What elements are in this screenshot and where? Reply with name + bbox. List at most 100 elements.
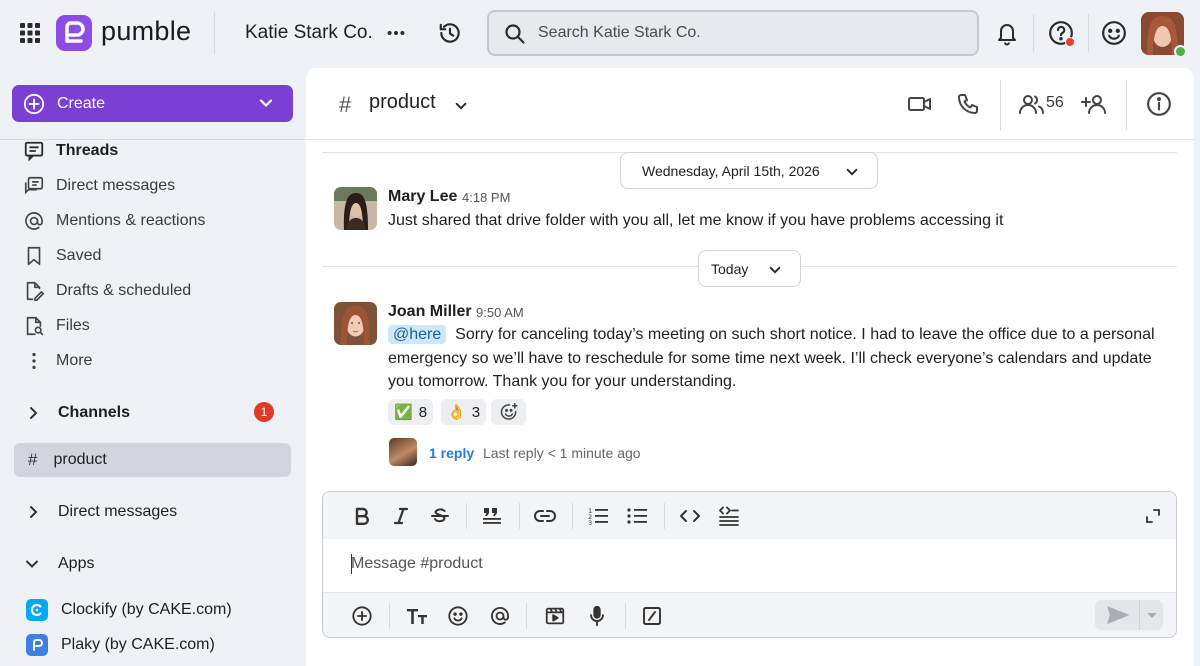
status-emoji-icon[interactable] <box>1100 19 1128 47</box>
bookmark-icon <box>22 244 46 268</box>
message-composer: 123 <box>322 491 1177 638</box>
reaction-ok-hand[interactable]: 👌 3 <box>441 399 487 425</box>
toolbar-divider <box>466 503 467 529</box>
message-body: Just shared that drive folder with you a… <box>388 212 1004 229</box>
add-member-icon[interactable] <box>1081 90 1109 118</box>
topbar-divider <box>214 12 215 54</box>
create-button[interactable]: Create <box>12 85 293 122</box>
chevron-right-icon <box>26 406 40 420</box>
bullet-list-icon[interactable] <box>624 503 650 529</box>
formatting-toolbar: 123 <box>323 492 1176 539</box>
code-icon[interactable] <box>677 503 703 529</box>
send-button[interactable] <box>1095 600 1163 630</box>
message-avatar[interactable] <box>334 187 377 230</box>
info-icon[interactable] <box>1145 90 1173 118</box>
threads-icon <box>22 139 46 163</box>
apps-section-toggle[interactable]: Apps <box>24 550 284 578</box>
header-divider <box>1126 80 1127 130</box>
reply-avatar[interactable] <box>389 438 417 466</box>
slash-command-icon[interactable] <box>639 603 665 629</box>
message-time: 4:18 PM <box>462 190 511 205</box>
history-icon[interactable] <box>436 19 464 47</box>
text-format-icon[interactable] <box>404 603 430 629</box>
sidebar-item-direct-messages[interactable]: Direct messages <box>22 172 292 200</box>
chevron-down-icon <box>768 263 782 277</box>
toolbar-divider <box>389 603 390 629</box>
sidebar-item-files[interactable]: Files <box>22 312 292 340</box>
video-clip-icon[interactable] <box>542 603 568 629</box>
search-icon <box>503 22 527 46</box>
sidebar-channel-product[interactable]: # product <box>14 443 291 477</box>
message-avatar[interactable] <box>334 302 377 345</box>
channel-title[interactable]: product <box>369 91 436 114</box>
send-icon <box>1107 605 1129 625</box>
channels-section-toggle[interactable]: Channels <box>26 399 286 427</box>
sidebar-item-saved[interactable]: Saved <box>22 242 292 270</box>
add-attachment-icon[interactable] <box>349 603 375 629</box>
reaction-check[interactable]: ✅ 8 <box>388 399 434 425</box>
numbered-list-icon[interactable]: 123 <box>585 503 611 529</box>
workspace-name[interactable]: Katie Stark Co. <box>245 22 373 44</box>
user-avatar[interactable] <box>1141 12 1187 58</box>
app-item-plaky[interactable]: Plaky (by CAKE.com) <box>26 632 215 658</box>
search-box[interactable] <box>487 10 979 56</box>
online-status-dot <box>1174 45 1187 58</box>
more-vertical-icon <box>22 349 46 373</box>
bold-icon[interactable] <box>349 503 375 529</box>
sidebar-item-label: Threads <box>56 142 119 159</box>
add-reaction-button[interactable] <box>491 399 526 425</box>
date-label: Wednesday, April 15th, 2026 <box>642 162 820 179</box>
code-block-icon[interactable] <box>716 503 742 529</box>
date-divider-button[interactable]: Wednesday, April 15th, 2026 <box>620 152 878 189</box>
help-icon[interactable] <box>1047 19 1075 47</box>
channel-panel: # product 56 Wednesday, April 15th, 2026 <box>306 68 1194 666</box>
message-author[interactable]: Joan Miller <box>388 303 472 321</box>
message-body-text: Sorry for canceling today’s meeting on s… <box>388 326 1155 390</box>
emoji-icon[interactable] <box>445 603 471 629</box>
message-time: 9:50 AM <box>476 305 524 320</box>
app-item-clockify[interactable]: Clockify (by CAKE.com) <box>26 597 232 623</box>
direct-messages-section-toggle[interactable]: Direct messages <box>26 498 286 526</box>
ok-hand-emoji: 👌 <box>447 403 466 421</box>
strikethrough-icon[interactable] <box>427 503 453 529</box>
apps-label: Apps <box>58 555 95 572</box>
plus-circle-icon <box>23 93 45 115</box>
channels-unread-badge: 1 <box>254 402 274 422</box>
quote-icon[interactable] <box>479 503 505 529</box>
phone-icon[interactable] <box>954 90 982 118</box>
members-icon[interactable] <box>1018 90 1046 118</box>
member-count[interactable]: 56 <box>1046 94 1064 112</box>
sidebar-item-drafts[interactable]: Drafts & scheduled <box>22 277 292 305</box>
italic-icon[interactable] <box>388 503 414 529</box>
hash-icon: # <box>339 92 352 117</box>
microphone-icon[interactable] <box>584 603 610 629</box>
hash-icon: # <box>28 450 38 469</box>
toolbar-divider <box>572 503 573 529</box>
sidebar-item-mentions[interactable]: Mentions & reactions <box>22 207 292 235</box>
search-input[interactable] <box>538 12 958 54</box>
chevron-down-icon <box>24 556 40 572</box>
check-emoji: ✅ <box>394 403 413 421</box>
plaky-icon <box>26 634 48 656</box>
chevron-down-icon[interactable] <box>454 99 468 113</box>
more-horizontal-icon[interactable] <box>382 19 410 47</box>
topbar-divider <box>1088 14 1089 52</box>
reply-count-link[interactable]: 1 reply <box>429 445 474 461</box>
message-body: @here Sorry for canceling today’s meetin… <box>388 323 1168 394</box>
video-call-icon[interactable] <box>906 90 934 118</box>
mention-icon[interactable] <box>487 603 513 629</box>
expand-icon[interactable] <box>1140 503 1166 529</box>
bell-icon[interactable] <box>993 19 1021 47</box>
at-icon <box>22 209 46 233</box>
link-icon[interactable] <box>532 503 558 529</box>
message-author[interactable]: Mary Lee <box>388 188 457 206</box>
app-label: Clockify (by CAKE.com) <box>61 601 232 618</box>
date-divider-button[interactable]: Today <box>698 250 801 287</box>
sidebar-item-label: Saved <box>56 247 102 264</box>
chevron-down-icon[interactable] <box>1146 612 1158 620</box>
app-grid-icon[interactable] <box>18 21 42 45</box>
sidebar-item-threads[interactable]: Threads <box>22 137 292 165</box>
sidebar-item-more[interactable]: More <box>22 347 292 375</box>
mention-here[interactable]: @here <box>388 325 447 344</box>
message-input[interactable] <box>351 552 1131 576</box>
